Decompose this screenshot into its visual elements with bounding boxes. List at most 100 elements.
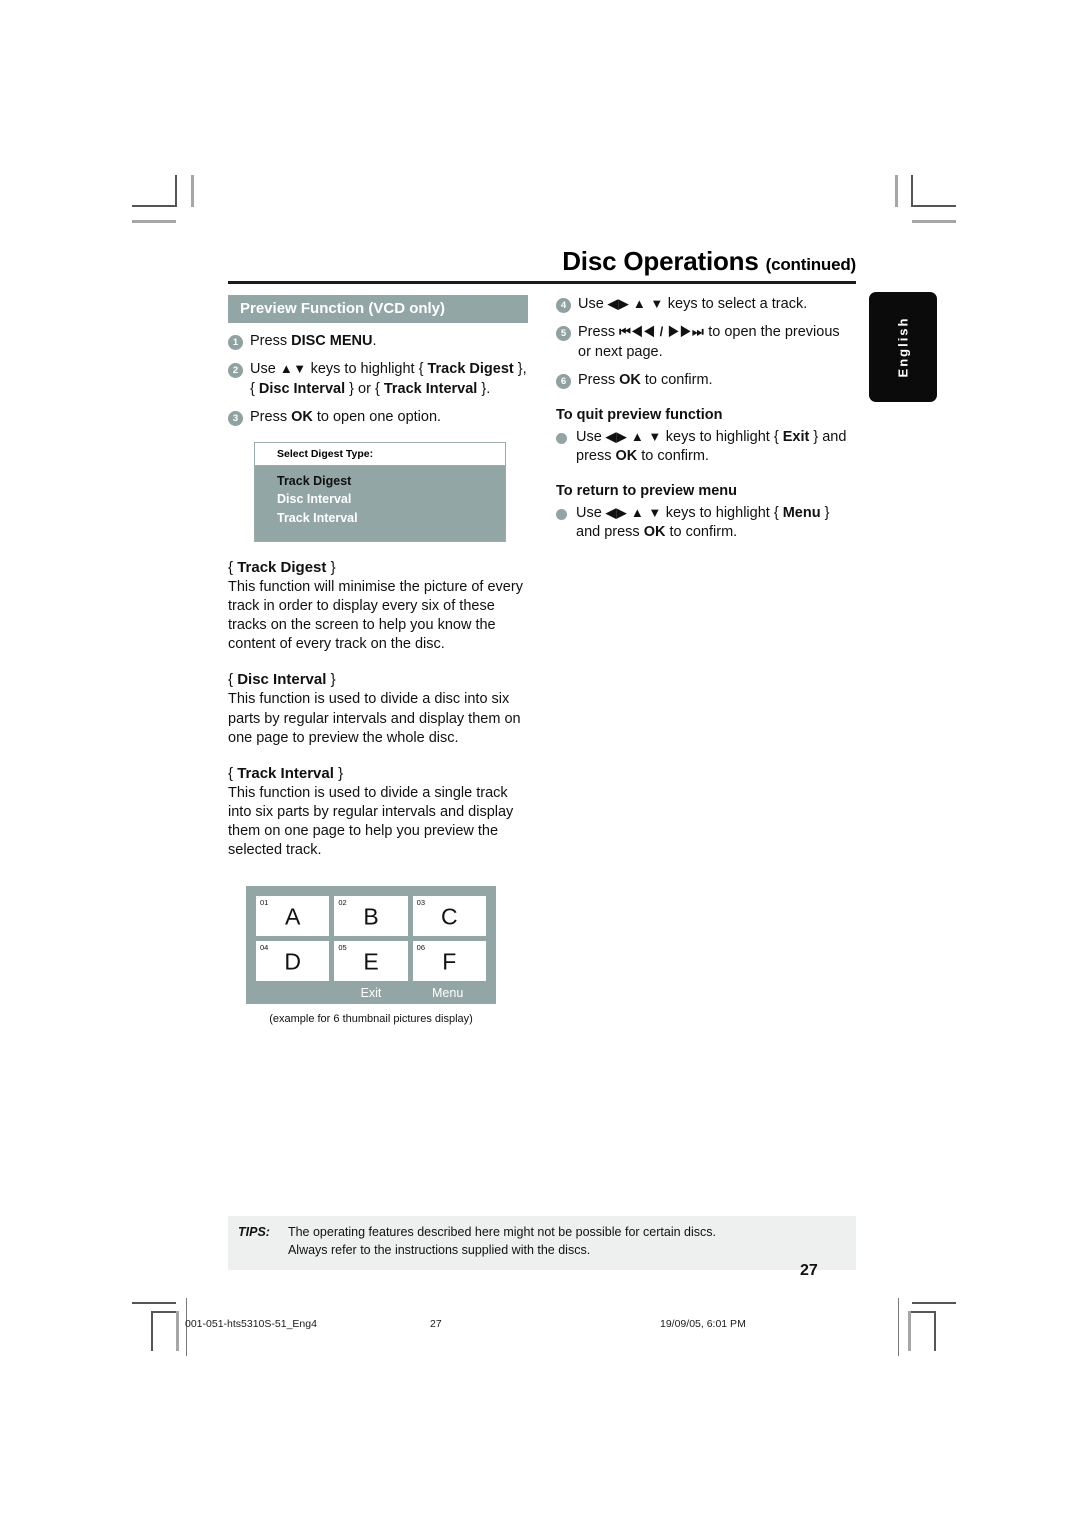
- tips-line-2: Always refer to the instructions supplie…: [287, 1242, 591, 1257]
- step-text: Use ▲▼ keys to highlight { Track Digest …: [250, 361, 527, 397]
- step-item: 2 Use ▲▼ keys to highlight { Track Diges…: [228, 360, 528, 399]
- crop-mark-bottom-right-horizontal: [912, 1302, 956, 1304]
- brace-close: }: [326, 671, 336, 689]
- tips-text: The operating features described here mi…: [288, 1224, 716, 1260]
- step-item: 5 Press ⏮◀◀ / ▶▶⏭ to open the previous o…: [556, 323, 856, 362]
- definition-name: Disc Interval: [237, 671, 327, 689]
- step-number: 4: [556, 298, 571, 313]
- osd-option-track-interval: Track Interval: [277, 511, 358, 526]
- bullet-item: Use ◀▶ ▲ ▼ keys to highlight { Menu } an…: [556, 504, 856, 543]
- definition-title: { Track Digest }: [228, 559, 528, 577]
- step-text: Use ◀▶ ▲ ▼ keys to select a track.: [578, 296, 808, 312]
- print-footer-date: 19/09/05, 6:01 PM: [660, 1318, 746, 1330]
- step-text: Press OK to open one option.: [250, 409, 442, 426]
- thumbnail-letter: E: [363, 948, 379, 975]
- footer-rule-right: [898, 1298, 899, 1356]
- bullet-dot-icon: [556, 508, 567, 520]
- step-item: 4 Use ◀▶ ▲ ▼ keys to select a track.: [556, 295, 856, 314]
- bullet-dot-icon: [556, 432, 567, 444]
- step-number: 6: [556, 374, 571, 390]
- definition-disc-interval: { Disc Interval } This function is used …: [228, 671, 528, 747]
- tips-box: TIPS: The operating features described h…: [228, 1216, 856, 1270]
- definition-body: This function is used to divide a disc i…: [228, 691, 521, 746]
- osd-option-track-digest: Track Digest: [277, 473, 352, 488]
- step-number: 2: [228, 363, 243, 379]
- registration-mark-top-left-horizontal: [132, 220, 176, 223]
- crop-mark-top-right-vertical: [911, 175, 913, 207]
- tips-label: TIPS:: [238, 1225, 270, 1239]
- step-number: 5: [556, 326, 571, 342]
- step-text: Press OK to confirm.: [578, 372, 713, 389]
- step-item: 1 Press DISC MENU.: [228, 332, 528, 351]
- thumbnail-caption: (example for 6 thumbnail pictures displa…: [269, 1013, 473, 1026]
- thumbnail-menu-label: Menu: [432, 986, 464, 1001]
- language-tab-label: English: [895, 316, 911, 378]
- osd-dialog-select-digest-type: Select Digest Type: Track Digest Disc In…: [254, 441, 506, 542]
- definition-body: This function is used to divide a single…: [228, 784, 514, 859]
- definition-name: Track Interval: [237, 764, 334, 782]
- left-steps-list: 1 Press DISC MENU. 2 Use ▲▼ keys to high…: [228, 332, 528, 428]
- subsection-quit-preview: To quit preview function Use ◀▶ ▲ ▼ keys…: [556, 407, 856, 467]
- thumbnail-letter: B: [363, 903, 379, 930]
- osd-dialog-header: Select Digest Type:: [255, 442, 505, 466]
- definition-body: This function will minimise the picture …: [228, 578, 523, 653]
- subsection-return-to-menu: To return to preview menu Use ◀▶ ▲ ▼ key…: [556, 483, 856, 543]
- bullet-item: Use ◀▶ ▲ ▼ keys to highlight { Exit } an…: [556, 428, 856, 467]
- page-title-continued: (continued): [765, 255, 857, 274]
- step-number: 1: [228, 335, 243, 350]
- step-item: 6 Press OK to confirm.: [556, 371, 856, 390]
- registration-mark-bottom-right-vertical: [908, 1311, 911, 1351]
- registration-mark-top-right-horizontal: [912, 220, 956, 223]
- thumbnail-letter: D: [284, 948, 301, 975]
- page-number: 27: [800, 1262, 818, 1279]
- crop-mark-top-left-horizontal: [132, 205, 176, 207]
- thumbnail-preview-panel: 01 A 02 B 03 C 04 D 05 E 06 F Exit Menu: [246, 886, 496, 1005]
- step-text: Press DISC MENU.: [250, 333, 377, 349]
- registration-mark-top-left-vertical: [191, 175, 194, 207]
- page-content: Disc Operations (continued) Preview Func…: [228, 248, 856, 1025]
- right-column: 4 Use ◀▶ ▲ ▼ keys to select a track. 5 P…: [556, 295, 856, 1025]
- bullet-text: Use ◀▶ ▲ ▼ keys to highlight { Menu } an…: [576, 504, 830, 540]
- thumbnail-cell: 06 F: [412, 941, 486, 982]
- crop-mark-bottom-right-vertical: [934, 1311, 936, 1351]
- subsection-heading: To return to preview menu: [556, 482, 738, 499]
- brace-open: {: [228, 671, 238, 689]
- registration-mark-bottom-left-vertical: [176, 1311, 179, 1351]
- brace-close: }: [333, 764, 344, 782]
- thumbnail-cell: 04 D: [256, 941, 330, 982]
- two-column-body: Preview Function (VCD only) 1 Press DISC…: [228, 295, 856, 1025]
- page-title-main: Disc Operations: [562, 246, 759, 276]
- definition-title: { Track Interval }: [228, 765, 528, 783]
- brace-close: }: [326, 558, 336, 576]
- osd-option-disc-interval: Disc Interval: [277, 492, 352, 507]
- print-footer-page: 27: [430, 1318, 442, 1330]
- crop-mark-top-right-horizontal: [912, 205, 956, 207]
- step-item: 3 Press OK to open one option.: [228, 408, 528, 427]
- right-steps-list: 4 Use ◀▶ ▲ ▼ keys to select a track. 5 P…: [556, 295, 856, 391]
- tips-line-1: The operating features described here mi…: [287, 1225, 716, 1239]
- osd-dialog-options: Track Digest Disc Interval Track Interva…: [255, 465, 505, 541]
- thumbnail-letter: A: [284, 903, 301, 930]
- thumbnail-action-row: Exit Menu: [256, 986, 486, 1000]
- registration-mark-top-right-vertical: [895, 175, 898, 207]
- thumbnail-letter: F: [442, 948, 457, 975]
- language-tab-english: English: [869, 292, 937, 402]
- brace-open: {: [228, 764, 238, 782]
- step-number: 3: [228, 411, 243, 427]
- definition-title: { Disc Interval }: [228, 671, 528, 689]
- crop-mark-bottom-left-foot: [151, 1311, 177, 1313]
- crop-mark-top-left-vertical: [175, 175, 177, 207]
- thumbnail-cell: 03 C: [412, 896, 486, 937]
- title-divider: [228, 281, 856, 284]
- definition-track-interval: { Track Interval } This function is used…: [228, 765, 528, 861]
- print-footer-filename: 001-051-hts5310S-51_Eng4: [185, 1318, 317, 1330]
- subsection-heading: To quit preview function: [556, 406, 723, 423]
- crop-mark-bottom-right-foot: [910, 1311, 936, 1313]
- definition-name: Track Digest: [237, 558, 327, 576]
- brace-open: {: [228, 558, 238, 576]
- definition-track-digest: { Track Digest } This function will mini…: [228, 559, 528, 655]
- left-column: Preview Function (VCD only) 1 Press DISC…: [228, 295, 528, 1025]
- crop-mark-bottom-left-vertical: [151, 1311, 153, 1351]
- thumbnail-exit-label: Exit: [360, 986, 382, 1001]
- thumbnail-letter: C: [441, 903, 458, 930]
